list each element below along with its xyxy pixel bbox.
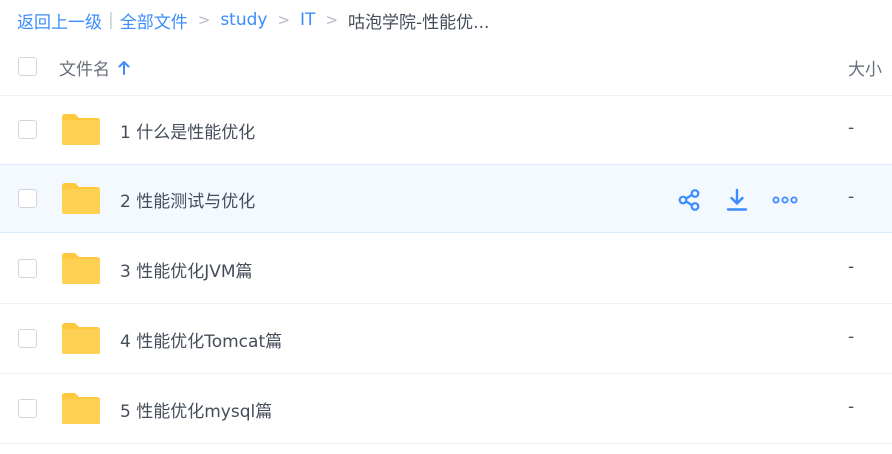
breadcrumb: 返回上一级 | 全部文件 > study > IT > 咕泡学院-性能优... bbox=[17, 8, 490, 33]
file-size: - bbox=[848, 397, 855, 417]
folder-icon bbox=[62, 253, 100, 284]
file-size: - bbox=[848, 187, 855, 207]
file-name-link[interactable]: 5 性能优化mysql篇 bbox=[120, 397, 272, 422]
sort-ascending-icon[interactable] bbox=[118, 60, 130, 76]
table-row[interactable]: 2 性能测试与优化 - bbox=[0, 164, 892, 233]
share-icon bbox=[678, 189, 700, 211]
folder-icon bbox=[62, 323, 100, 354]
breadcrumb-separator: > bbox=[325, 11, 339, 29]
more-button[interactable] bbox=[772, 187, 798, 213]
column-header-name-label: 文件名 bbox=[59, 60, 110, 80]
breadcrumb-separator: > bbox=[277, 11, 291, 29]
table-row[interactable]: 4 性能优化Tomcat篇 - bbox=[0, 305, 892, 374]
row-checkbox[interactable] bbox=[18, 120, 37, 139]
row-checkbox[interactable] bbox=[18, 259, 37, 278]
breadcrumb-current: 咕泡学院-性能优... bbox=[348, 12, 490, 33]
column-header-name[interactable]: 文件名 bbox=[59, 55, 130, 80]
table-header: 文件名 大小 bbox=[0, 38, 892, 96]
file-size: - bbox=[848, 257, 855, 277]
back-link[interactable]: 返回上一级 bbox=[17, 8, 102, 33]
more-icon bbox=[772, 196, 798, 204]
select-all-checkbox[interactable] bbox=[18, 57, 37, 76]
folder-icon bbox=[62, 393, 100, 424]
table-row[interactable]: 5 性能优化mysql篇 - bbox=[0, 375, 892, 444]
column-header-size[interactable]: 大小 bbox=[848, 55, 882, 80]
file-name-link[interactable]: 1 什么是性能优化 bbox=[120, 118, 255, 143]
table-row[interactable]: 3 性能优化JVM篇 - bbox=[0, 235, 892, 304]
row-checkbox[interactable] bbox=[18, 399, 37, 418]
row-checkbox[interactable] bbox=[18, 329, 37, 348]
file-name-link[interactable]: 4 性能优化Tomcat篇 bbox=[120, 327, 282, 352]
breadcrumb-item-it[interactable]: IT bbox=[300, 10, 315, 30]
file-name-link[interactable]: 2 性能测试与优化 bbox=[120, 187, 255, 212]
breadcrumb-item-study[interactable]: study bbox=[220, 10, 267, 30]
download-icon bbox=[726, 188, 748, 211]
row-actions bbox=[676, 187, 798, 213]
folder-icon bbox=[62, 114, 100, 145]
download-button[interactable] bbox=[724, 187, 750, 213]
folder-icon bbox=[62, 183, 100, 214]
row-checkbox[interactable] bbox=[18, 189, 37, 208]
file-name-link[interactable]: 3 性能优化JVM篇 bbox=[120, 257, 253, 282]
table-row[interactable]: 1 什么是性能优化 - bbox=[0, 96, 892, 165]
breadcrumb-divider: | bbox=[108, 10, 114, 30]
all-files-link[interactable]: 全部文件 bbox=[120, 8, 188, 33]
file-size: - bbox=[848, 118, 855, 138]
share-button[interactable] bbox=[676, 187, 702, 213]
file-size: - bbox=[848, 327, 855, 347]
breadcrumb-separator: > bbox=[197, 11, 211, 29]
